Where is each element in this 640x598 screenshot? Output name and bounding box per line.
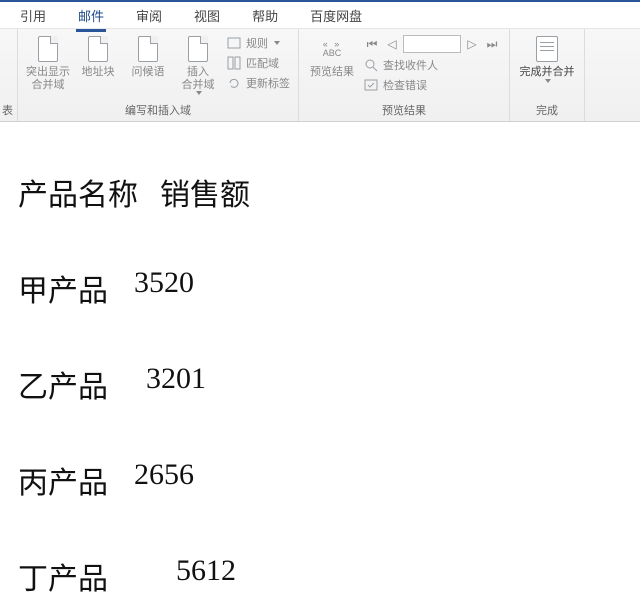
check-errors-label: 检查错误 (383, 77, 427, 93)
product-value: 5612 (176, 554, 236, 598)
header-name: 产品名称 (18, 170, 138, 214)
update-labels-label: 更新标签 (246, 75, 290, 91)
chevron-down-icon (545, 79, 551, 83)
group-write-insert-fields: 突出显示合并域 地址块 问候语 插入合并域 规则 (18, 29, 299, 121)
highlight-label: 突出显示合并域 (26, 66, 70, 91)
match-icon (226, 55, 242, 71)
finish-merge-button[interactable]: 完成并合并 (518, 33, 576, 83)
document-body[interactable]: 产品名称 销售额 甲产品 3520 乙产品 3201 丙产品 2656 丁产品 … (0, 122, 640, 598)
check-icon (363, 77, 379, 93)
table-row: 丁产品 5612 (18, 554, 640, 598)
table-header-row: 产品名称 销售额 (18, 170, 640, 214)
refresh-icon (226, 75, 242, 91)
product-name: 丙产品 (18, 458, 114, 502)
product-value: 3520 (134, 266, 194, 310)
table-row: 乙产品 3201 (18, 362, 640, 406)
next-record-button[interactable]: ▷ (463, 35, 481, 53)
find-recipient-label: 查找收件人 (383, 57, 438, 73)
tab-view[interactable]: 视图 (178, 2, 236, 29)
tab-review[interactable]: 审阅 (120, 2, 178, 29)
document-icon (134, 35, 162, 63)
first-record-button[interactable]: ⏮ (363, 35, 381, 53)
document-icon (34, 35, 62, 63)
group-finish-label: 完成 (518, 100, 576, 121)
greeting-line-button[interactable]: 问候语 (126, 33, 170, 79)
rules-label: 规则 (246, 35, 268, 51)
group-tables-partial: 表 (0, 29, 18, 121)
rules-button[interactable]: 规则 (226, 35, 290, 51)
record-number-input[interactable] (403, 35, 461, 53)
record-navigation: ⏮ ◁ ▷ ⏭ (363, 35, 501, 53)
prev-record-button[interactable]: ◁ (383, 35, 401, 53)
match-fields-button[interactable]: 匹配域 (226, 55, 290, 71)
finish-icon (533, 35, 561, 63)
header-value: 销售额 (160, 170, 250, 214)
group-tables-label: 表 (2, 100, 13, 121)
group-preview-results: « » ABC 预览结果 ⏮ ◁ ▷ ⏭ 查找收件人 (299, 29, 510, 121)
table-row: 甲产品 3520 (18, 266, 640, 310)
insert-field-label: 插入合并域 (182, 66, 215, 91)
highlight-merge-fields-button[interactable]: 突出显示合并域 (26, 33, 70, 91)
preview-results-button[interactable]: « » ABC 预览结果 (307, 33, 357, 79)
ribbon: 表 突出显示合并域 地址块 问候语 插入合并域 (0, 28, 640, 122)
check-errors-button[interactable]: 检查错误 (363, 77, 501, 93)
product-value: 2656 (134, 458, 194, 502)
tab-baidu-netdisk[interactable]: 百度网盘 (294, 2, 378, 29)
last-record-button[interactable]: ⏭ (483, 35, 501, 53)
update-labels-button[interactable]: 更新标签 (226, 75, 290, 91)
chevron-down-icon (274, 41, 280, 45)
preview-label: 预览结果 (310, 66, 354, 79)
chevron-down-icon (196, 91, 202, 95)
product-value: 3201 (146, 362, 206, 406)
tab-references[interactable]: 引用 (4, 2, 62, 29)
tab-mailings[interactable]: 邮件 (62, 2, 120, 29)
finish-label: 完成并合并 (520, 66, 575, 79)
document-icon (84, 35, 112, 63)
product-name: 乙产品 (18, 362, 114, 406)
abc-text: ABC (323, 49, 342, 58)
document-icon (184, 35, 212, 63)
table-row: 丙产品 2656 (18, 458, 640, 502)
find-recipient-button[interactable]: 查找收件人 (363, 57, 501, 73)
abc-icon: « » ABC (318, 35, 346, 63)
product-name: 丁产品 (18, 554, 114, 598)
tab-help[interactable]: 帮助 (236, 2, 294, 29)
match-label: 匹配域 (246, 55, 279, 71)
address-block-label: 地址块 (82, 66, 115, 79)
group-preview-label: 预览结果 (307, 100, 501, 121)
ribbon-tabs: 引用 邮件 审阅 视图 帮助 百度网盘 (0, 0, 640, 28)
group-write-insert-label: 编写和插入域 (26, 100, 290, 121)
rules-icon (226, 35, 242, 51)
address-block-button[interactable]: 地址块 (76, 33, 120, 79)
group-finish: 完成并合并 完成 (510, 29, 585, 121)
insert-merge-field-button[interactable]: 插入合并域 (176, 33, 220, 95)
greeting-label: 问候语 (132, 66, 165, 79)
search-icon (363, 57, 379, 73)
product-name: 甲产品 (18, 266, 114, 310)
